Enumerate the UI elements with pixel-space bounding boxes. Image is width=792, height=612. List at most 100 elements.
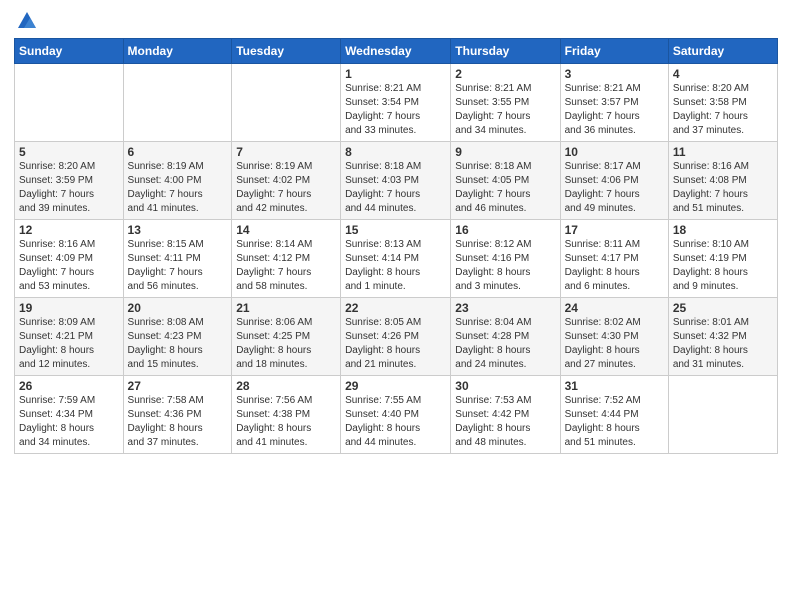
- day-number: 15: [345, 223, 446, 237]
- week-row-1: 1Sunrise: 8:21 AM Sunset: 3:54 PM Daylig…: [15, 64, 778, 142]
- day-cell-6: 6Sunrise: 8:19 AM Sunset: 4:00 PM Daylig…: [123, 142, 232, 220]
- day-info: Sunrise: 8:05 AM Sunset: 4:26 PM Dayligh…: [345, 316, 446, 372]
- day-cell-8: 8Sunrise: 8:18 AM Sunset: 4:03 PM Daylig…: [341, 142, 451, 220]
- day-number: 18: [673, 223, 773, 237]
- weekday-header-tuesday: Tuesday: [232, 39, 341, 64]
- logo-icon: [16, 10, 38, 32]
- week-row-4: 19Sunrise: 8:09 AM Sunset: 4:21 PM Dayli…: [15, 298, 778, 376]
- day-cell-25: 25Sunrise: 8:01 AM Sunset: 4:32 PM Dayli…: [668, 298, 777, 376]
- day-info: Sunrise: 8:16 AM Sunset: 4:09 PM Dayligh…: [19, 238, 119, 294]
- day-number: 6: [128, 145, 228, 159]
- day-info: Sunrise: 8:21 AM Sunset: 3:55 PM Dayligh…: [455, 82, 555, 138]
- day-number: 10: [565, 145, 664, 159]
- week-row-5: 26Sunrise: 7:59 AM Sunset: 4:34 PM Dayli…: [15, 376, 778, 454]
- day-cell-26: 26Sunrise: 7:59 AM Sunset: 4:34 PM Dayli…: [15, 376, 124, 454]
- day-info: Sunrise: 7:55 AM Sunset: 4:40 PM Dayligh…: [345, 394, 446, 450]
- weekday-header-row: SundayMondayTuesdayWednesdayThursdayFrid…: [15, 39, 778, 64]
- day-cell-19: 19Sunrise: 8:09 AM Sunset: 4:21 PM Dayli…: [15, 298, 124, 376]
- day-cell-21: 21Sunrise: 8:06 AM Sunset: 4:25 PM Dayli…: [232, 298, 341, 376]
- day-number: 20: [128, 301, 228, 315]
- day-number: 19: [19, 301, 119, 315]
- day-cell-1: 1Sunrise: 8:21 AM Sunset: 3:54 PM Daylig…: [341, 64, 451, 142]
- day-cell-31: 31Sunrise: 7:52 AM Sunset: 4:44 PM Dayli…: [560, 376, 668, 454]
- day-number: 28: [236, 379, 336, 393]
- week-row-3: 12Sunrise: 8:16 AM Sunset: 4:09 PM Dayli…: [15, 220, 778, 298]
- header: [14, 10, 778, 32]
- day-number: 14: [236, 223, 336, 237]
- day-number: 24: [565, 301, 664, 315]
- day-number: 5: [19, 145, 119, 159]
- day-info: Sunrise: 8:14 AM Sunset: 4:12 PM Dayligh…: [236, 238, 336, 294]
- day-info: Sunrise: 7:56 AM Sunset: 4:38 PM Dayligh…: [236, 394, 336, 450]
- day-number: 13: [128, 223, 228, 237]
- day-cell-15: 15Sunrise: 8:13 AM Sunset: 4:14 PM Dayli…: [341, 220, 451, 298]
- day-number: 25: [673, 301, 773, 315]
- day-info: Sunrise: 8:16 AM Sunset: 4:08 PM Dayligh…: [673, 160, 773, 216]
- day-cell-7: 7Sunrise: 8:19 AM Sunset: 4:02 PM Daylig…: [232, 142, 341, 220]
- calendar-page: SundayMondayTuesdayWednesdayThursdayFrid…: [0, 0, 792, 612]
- logo-area: [14, 10, 38, 32]
- day-cell-13: 13Sunrise: 8:15 AM Sunset: 4:11 PM Dayli…: [123, 220, 232, 298]
- empty-cell: [123, 64, 232, 142]
- day-cell-28: 28Sunrise: 7:56 AM Sunset: 4:38 PM Dayli…: [232, 376, 341, 454]
- day-info: Sunrise: 8:17 AM Sunset: 4:06 PM Dayligh…: [565, 160, 664, 216]
- weekday-header-wednesday: Wednesday: [341, 39, 451, 64]
- day-info: Sunrise: 8:21 AM Sunset: 3:57 PM Dayligh…: [565, 82, 664, 138]
- day-number: 26: [19, 379, 119, 393]
- day-info: Sunrise: 8:02 AM Sunset: 4:30 PM Dayligh…: [565, 316, 664, 372]
- day-number: 27: [128, 379, 228, 393]
- day-info: Sunrise: 8:19 AM Sunset: 4:00 PM Dayligh…: [128, 160, 228, 216]
- day-cell-4: 4Sunrise: 8:20 AM Sunset: 3:58 PM Daylig…: [668, 64, 777, 142]
- day-number: 16: [455, 223, 555, 237]
- day-number: 22: [345, 301, 446, 315]
- day-number: 12: [19, 223, 119, 237]
- day-cell-22: 22Sunrise: 8:05 AM Sunset: 4:26 PM Dayli…: [341, 298, 451, 376]
- day-info: Sunrise: 7:59 AM Sunset: 4:34 PM Dayligh…: [19, 394, 119, 450]
- day-number: 29: [345, 379, 446, 393]
- day-number: 2: [455, 67, 555, 81]
- day-info: Sunrise: 8:06 AM Sunset: 4:25 PM Dayligh…: [236, 316, 336, 372]
- calendar-table: SundayMondayTuesdayWednesdayThursdayFrid…: [14, 38, 778, 454]
- day-number: 1: [345, 67, 446, 81]
- week-row-2: 5Sunrise: 8:20 AM Sunset: 3:59 PM Daylig…: [15, 142, 778, 220]
- day-number: 11: [673, 145, 773, 159]
- day-info: Sunrise: 8:20 AM Sunset: 3:58 PM Dayligh…: [673, 82, 773, 138]
- day-info: Sunrise: 8:10 AM Sunset: 4:19 PM Dayligh…: [673, 238, 773, 294]
- day-info: Sunrise: 8:01 AM Sunset: 4:32 PM Dayligh…: [673, 316, 773, 372]
- empty-cell: [668, 376, 777, 454]
- day-number: 8: [345, 145, 446, 159]
- empty-cell: [232, 64, 341, 142]
- day-info: Sunrise: 7:53 AM Sunset: 4:42 PM Dayligh…: [455, 394, 555, 450]
- day-info: Sunrise: 8:13 AM Sunset: 4:14 PM Dayligh…: [345, 238, 446, 294]
- day-cell-16: 16Sunrise: 8:12 AM Sunset: 4:16 PM Dayli…: [451, 220, 560, 298]
- day-cell-2: 2Sunrise: 8:21 AM Sunset: 3:55 PM Daylig…: [451, 64, 560, 142]
- day-number: 7: [236, 145, 336, 159]
- day-info: Sunrise: 8:04 AM Sunset: 4:28 PM Dayligh…: [455, 316, 555, 372]
- day-info: Sunrise: 7:58 AM Sunset: 4:36 PM Dayligh…: [128, 394, 228, 450]
- day-info: Sunrise: 8:20 AM Sunset: 3:59 PM Dayligh…: [19, 160, 119, 216]
- day-cell-9: 9Sunrise: 8:18 AM Sunset: 4:05 PM Daylig…: [451, 142, 560, 220]
- day-number: 31: [565, 379, 664, 393]
- day-number: 3: [565, 67, 664, 81]
- day-number: 17: [565, 223, 664, 237]
- day-number: 9: [455, 145, 555, 159]
- day-cell-5: 5Sunrise: 8:20 AM Sunset: 3:59 PM Daylig…: [15, 142, 124, 220]
- day-number: 21: [236, 301, 336, 315]
- day-cell-30: 30Sunrise: 7:53 AM Sunset: 4:42 PM Dayli…: [451, 376, 560, 454]
- day-cell-29: 29Sunrise: 7:55 AM Sunset: 4:40 PM Dayli…: [341, 376, 451, 454]
- day-cell-24: 24Sunrise: 8:02 AM Sunset: 4:30 PM Dayli…: [560, 298, 668, 376]
- day-info: Sunrise: 8:15 AM Sunset: 4:11 PM Dayligh…: [128, 238, 228, 294]
- day-info: Sunrise: 8:09 AM Sunset: 4:21 PM Dayligh…: [19, 316, 119, 372]
- day-cell-10: 10Sunrise: 8:17 AM Sunset: 4:06 PM Dayli…: [560, 142, 668, 220]
- weekday-header-monday: Monday: [123, 39, 232, 64]
- weekday-header-friday: Friday: [560, 39, 668, 64]
- day-info: Sunrise: 7:52 AM Sunset: 4:44 PM Dayligh…: [565, 394, 664, 450]
- day-info: Sunrise: 8:12 AM Sunset: 4:16 PM Dayligh…: [455, 238, 555, 294]
- day-number: 30: [455, 379, 555, 393]
- day-cell-3: 3Sunrise: 8:21 AM Sunset: 3:57 PM Daylig…: [560, 64, 668, 142]
- day-cell-12: 12Sunrise: 8:16 AM Sunset: 4:09 PM Dayli…: [15, 220, 124, 298]
- logo: [14, 10, 38, 32]
- day-info: Sunrise: 8:21 AM Sunset: 3:54 PM Dayligh…: [345, 82, 446, 138]
- day-number: 4: [673, 67, 773, 81]
- day-info: Sunrise: 8:19 AM Sunset: 4:02 PM Dayligh…: [236, 160, 336, 216]
